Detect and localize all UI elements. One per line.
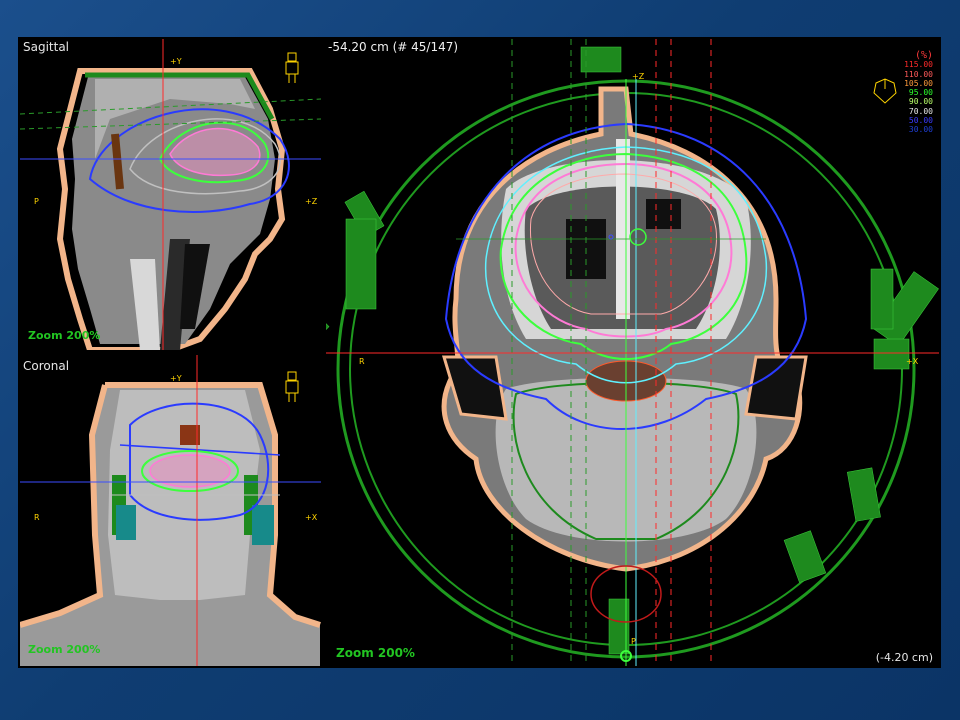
axial-view[interactable]: -54.20 cm (# 45/147) +Z R +X P Zoom 200%…: [326, 39, 939, 666]
head-orientation-icon: [873, 78, 897, 104]
sagittal-axis-top: +Y: [170, 57, 182, 66]
axial-axis-top: +Z: [632, 72, 645, 81]
axial-axis-left: R: [359, 357, 365, 366]
legend-level: 95.00: [908, 88, 933, 98]
legend-level: 30.00: [908, 125, 933, 135]
viewer-area: Sagittal +Y P +Z Zoom 200% Coronal +Y R …: [18, 37, 941, 668]
legend-level: 70.00: [908, 106, 933, 116]
sagittal-image: [20, 39, 321, 350]
position-readout: (-4.20 cm): [875, 651, 933, 664]
legend-level: 110.00: [904, 69, 933, 79]
legend-level: 90.00: [908, 97, 933, 107]
coronal-axis-left: R: [34, 513, 40, 522]
sagittal-axis-right: +Z: [305, 197, 318, 206]
coronal-axis-right: +X: [305, 513, 318, 522]
axial-axis-right: +X: [906, 357, 919, 366]
sagittal-axis-left: P: [34, 197, 39, 206]
legend-level: 50.00: [908, 116, 933, 126]
isodose-legend: (%) 115.00 110.00 105.00 95.00 90.00 70.…: [904, 50, 933, 135]
axial-axis-bottom: P: [631, 637, 636, 646]
axial-zoom: Zoom 200%: [336, 646, 415, 660]
slice-info: -54.20 cm (# 45/147): [328, 40, 459, 54]
sagittal-title: Sagittal: [23, 40, 70, 54]
sagittal-zoom: Zoom 200%: [28, 329, 101, 342]
sagittal-view[interactable]: Sagittal +Y P +Z Zoom 200%: [20, 39, 321, 350]
patient-figure-icon: [285, 371, 299, 402]
coronal-view[interactable]: Coronal +Y R +X Zoom 200%: [20, 355, 321, 666]
legend-level: 105.00: [904, 78, 933, 88]
legend-header: (%): [914, 50, 933, 61]
patient-figure-icon: [285, 52, 299, 83]
axial-image: [326, 39, 939, 666]
coronal-axis-top: +Y: [170, 374, 182, 383]
coronal-zoom: Zoom 200%: [28, 643, 101, 656]
coronal-image: [20, 355, 321, 666]
coronal-title: Coronal: [23, 359, 70, 373]
legend-level: 115.00: [904, 60, 933, 70]
